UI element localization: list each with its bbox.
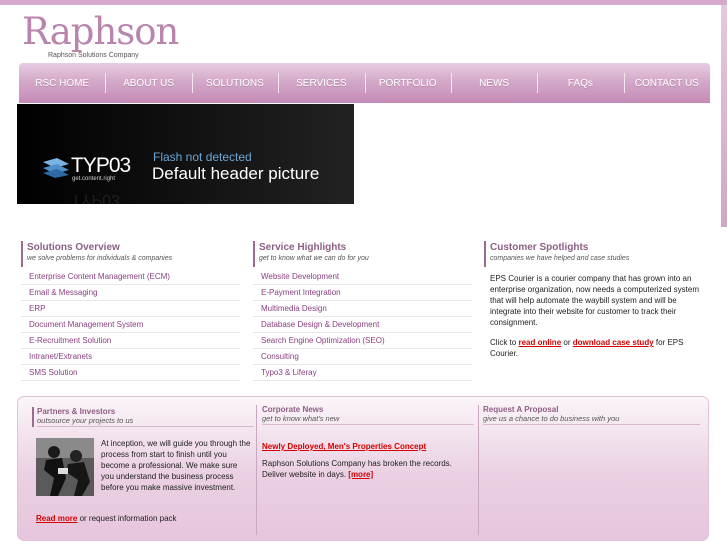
right-rail <box>721 5 727 227</box>
service-link[interactable]: Website Development <box>253 269 472 285</box>
solution-link[interactable]: E-Recruitment Solution <box>21 333 240 349</box>
solutions-list: Enterprise Content Management (ECM) Emai… <box>21 269 240 381</box>
nav-news[interactable]: NEWS <box>450 63 537 103</box>
spotlights-title: Customer Spotlights <box>490 242 589 253</box>
news-headline-link[interactable]: Newly Deployed, Men's Properties Concept <box>262 442 474 451</box>
flash-message: Flash not detected <box>153 150 252 164</box>
click-prefix: Click to <box>490 338 517 347</box>
header-picture: TYP03 get.content.right Flash not detect… <box>17 104 354 204</box>
solution-link[interactable]: Email & Messaging <box>21 285 240 301</box>
service-link[interactable]: Multimedia Design <box>253 301 472 317</box>
service-link[interactable]: Database Design & Development <box>253 317 472 333</box>
nav-services[interactable]: SERVICES <box>278 63 364 103</box>
services-subtitle: get to know what we can do for you <box>259 255 369 262</box>
partners-heading: Partners & Investors outsource your proj… <box>32 407 254 427</box>
services-heading: Service Highlights get to know what we c… <box>253 241 472 267</box>
read-more-suffix: or request information pack <box>79 514 177 523</box>
service-link[interactable]: Typo3 & Liferay <box>253 365 472 381</box>
logo-wordmark: Raphson <box>22 10 179 53</box>
solution-link[interactable]: ERP <box>21 301 240 317</box>
news-subtitle: get to know what's new <box>262 414 474 425</box>
download-case-study-link[interactable]: download case study <box>573 338 654 347</box>
nav-about-us[interactable]: ABOUT US <box>105 63 191 103</box>
main-nav: RSC HOME ABOUT US SOLUTIONS SERVICES POR… <box>19 63 710 103</box>
partners-body: At inception, we will guide you through … <box>101 439 251 492</box>
nav-faqs[interactable]: FAQs <box>537 63 623 103</box>
header-brand: TYP03 <box>71 154 131 177</box>
news-more-link[interactable]: [more] <box>348 470 373 479</box>
proposal-subtitle: give us a chance to do business with you <box>483 414 700 425</box>
read-more-link[interactable]: Read more <box>36 514 77 523</box>
spotlight-description: EPS Courier is a courier company that ha… <box>490 274 699 327</box>
partners-investors: Partners & Investors outsource your proj… <box>32 407 254 523</box>
spotlights-heading: Customer Spotlights companies we have he… <box>484 241 704 267</box>
spotlight-links: Click to read online or download case st… <box>490 337 704 359</box>
solution-link[interactable]: Intranet/Extranets <box>21 349 240 365</box>
header-brand-tag: get.content.right <box>72 176 116 182</box>
nav-portfolio[interactable]: PORTFOLIO <box>364 63 451 103</box>
nav-solutions[interactable]: SOLUTIONS <box>191 63 278 103</box>
solution-link[interactable]: Document Management System <box>21 317 240 333</box>
solutions-overview: Solutions Overview we solve problems for… <box>21 241 240 381</box>
partners-photo <box>36 438 94 496</box>
bottom-panel: Partners & Investors outsource your proj… <box>17 396 709 541</box>
solution-link[interactable]: Enterprise Content Management (ECM) <box>21 269 240 285</box>
partners-title: Partners & Investors <box>37 407 116 416</box>
news-title: Corporate News <box>262 405 324 414</box>
partners-subtitle: outsource your projects to us <box>37 416 254 427</box>
service-link[interactable]: E-Payment Integration <box>253 285 472 301</box>
news-body-block: Raphson Solutions Company has broken the… <box>262 458 474 480</box>
partners-read-more-line: Read more or request information pack <box>36 514 177 523</box>
read-online-link[interactable]: read online <box>518 338 561 347</box>
solutions-title: Solutions Overview <box>27 242 120 253</box>
services-list: Website Development E-Payment Integratio… <box>253 269 472 381</box>
site-logo[interactable]: Raphson Raphson Solutions Company <box>22 10 179 62</box>
service-highlights: Service Highlights get to know what we c… <box>253 241 472 381</box>
customer-spotlights: Customer Spotlights companies we have he… <box>484 241 704 359</box>
or-text: or <box>563 338 571 347</box>
header-brand-reflection: TYP03 <box>71 191 120 204</box>
request-proposal: Request A Proposal give us a chance to d… <box>478 405 700 535</box>
services-title: Service Highlights <box>259 242 347 253</box>
solutions-heading: Solutions Overview we solve problems for… <box>21 241 240 267</box>
corporate-news: Corporate News get to know what's new Ne… <box>256 405 474 535</box>
header-caption: Default header picture <box>152 164 320 183</box>
service-link[interactable]: Consulting <box>253 349 472 365</box>
typo3-logo-icon <box>43 158 69 178</box>
logo-tagline: Raphson Solutions Company <box>48 52 139 59</box>
solution-link[interactable]: SMS Solution <box>21 365 240 381</box>
nav-contact-us[interactable]: CONTACT US <box>623 63 710 103</box>
top-strip <box>0 0 727 5</box>
solutions-subtitle: we solve problems for individuals & comp… <box>27 255 173 262</box>
service-link[interactable]: Search Engine Optimization (SEO) <box>253 333 472 349</box>
nav-rsc-home[interactable]: RSC HOME <box>19 63 105 103</box>
spotlight-body: EPS Courier is a courier company that ha… <box>484 273 704 359</box>
proposal-title[interactable]: Request A Proposal <box>483 405 700 414</box>
spotlights-subtitle: companies we have helped and case studie… <box>490 255 630 262</box>
